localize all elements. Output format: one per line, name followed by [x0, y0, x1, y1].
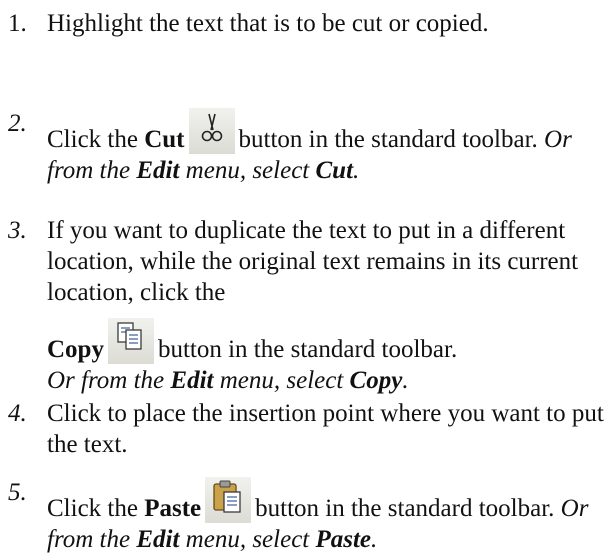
- cut-command-ref: Cut: [315, 157, 354, 184]
- step-number: 5.: [8, 479, 27, 506]
- copy-label: Copy: [47, 336, 104, 363]
- alt-text-end: .: [353, 157, 360, 184]
- step-4: 4. Click to place the insertion point wh…: [0, 398, 609, 460]
- paste-label: Paste: [144, 495, 202, 522]
- alt-text-end: .: [371, 526, 378, 553]
- cut-label: Cut: [144, 126, 185, 153]
- paste-button[interactable]: [205, 477, 252, 523]
- step-text: Click the Cut button in the standard too…: [47, 108, 607, 186]
- alt-text-mid: menu, select: [185, 157, 310, 184]
- copy-line: Copy button in the standard toolbar. Or …: [47, 318, 607, 396]
- step-text: Click the Paste button in the standard t…: [47, 477, 607, 555]
- instructions-page: 1. Highlight the text that is to be cut …: [0, 0, 609, 555]
- step-text-pre: Click the: [47, 495, 138, 522]
- alt-text-pre: Or from the: [47, 367, 165, 394]
- step-2: 2. Click the Cut button in the standard …: [0, 108, 609, 186]
- copy-command-ref: Copy: [349, 367, 403, 394]
- step-text: Click to place the insertion point where…: [47, 400, 604, 458]
- step-1: 1. Highlight the text that is to be cut …: [0, 8, 609, 39]
- alt-text-mid: menu, select: [219, 367, 344, 394]
- step-number: 4.: [8, 400, 27, 427]
- alt-text-mid: menu, select: [185, 526, 310, 553]
- step-text-post: button in the standard toolbar.: [255, 495, 555, 522]
- alt-text-end: .: [402, 367, 409, 394]
- step-text: If you want to duplicate the text to put…: [47, 215, 607, 396]
- step-number: 2.: [8, 110, 27, 137]
- copy-icon: [117, 322, 142, 350]
- edit-menu-ref: Edit: [170, 367, 214, 394]
- paste-command-ref: Paste: [315, 526, 372, 553]
- step-5: 5. Click the Paste button in the standar…: [0, 477, 609, 555]
- step-text: Highlight the text that is to be cut or …: [47, 10, 489, 37]
- scissors-icon: [201, 113, 222, 142]
- clipboard-paste-icon: [213, 480, 241, 513]
- cut-button[interactable]: [188, 108, 235, 154]
- step-number: 1.: [8, 10, 27, 37]
- step-text-post: button in the standard toolbar.: [238, 126, 538, 153]
- step-text-post: button in the standard toolbar.: [157, 336, 458, 363]
- step-text-pre: If you want to duplicate the text to put…: [47, 217, 579, 306]
- step-number: 3.: [8, 217, 27, 244]
- copy-button[interactable]: [107, 318, 154, 364]
- step-3: 3. If you want to duplicate the text to …: [0, 215, 609, 396]
- edit-menu-ref: Edit: [136, 526, 180, 553]
- step-text-pre: Click the: [47, 126, 138, 153]
- edit-menu-ref: Edit: [136, 157, 180, 184]
